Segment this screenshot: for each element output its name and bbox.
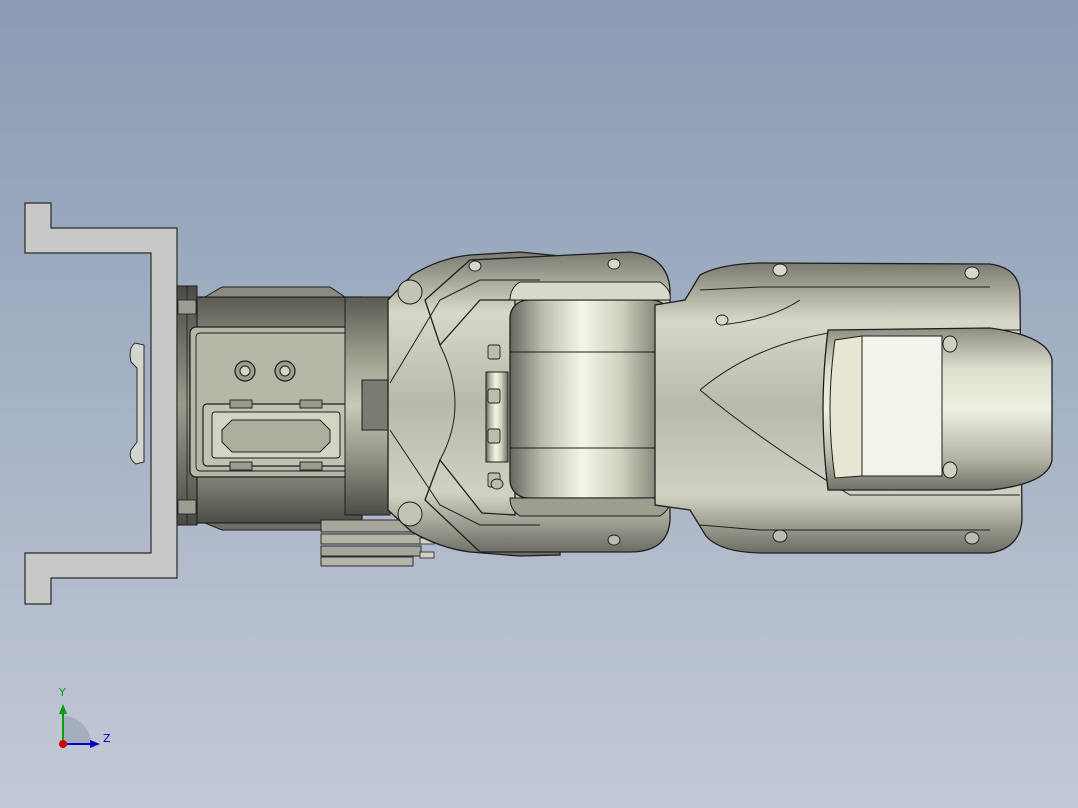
elbow-cylinder (509, 281, 671, 517)
triad-arc (63, 716, 91, 744)
wrist-housing (822, 327, 1053, 491)
cad-viewport[interactable]: Y Z (0, 0, 1078, 808)
bracket-clip (129, 342, 145, 465)
triad-z-label: Z (103, 732, 111, 745)
base-bracket (24, 202, 178, 605)
orientation-triad: Y Z (46, 684, 126, 764)
triad-axes (59, 704, 100, 748)
x-axis-origin (59, 740, 67, 748)
connector-panel (189, 326, 367, 478)
triad-y-label: Y (59, 686, 66, 699)
robot-arm-model[interactable] (0, 0, 1078, 808)
y-axis-arrow (59, 704, 67, 714)
z-axis-arrow (90, 740, 100, 748)
